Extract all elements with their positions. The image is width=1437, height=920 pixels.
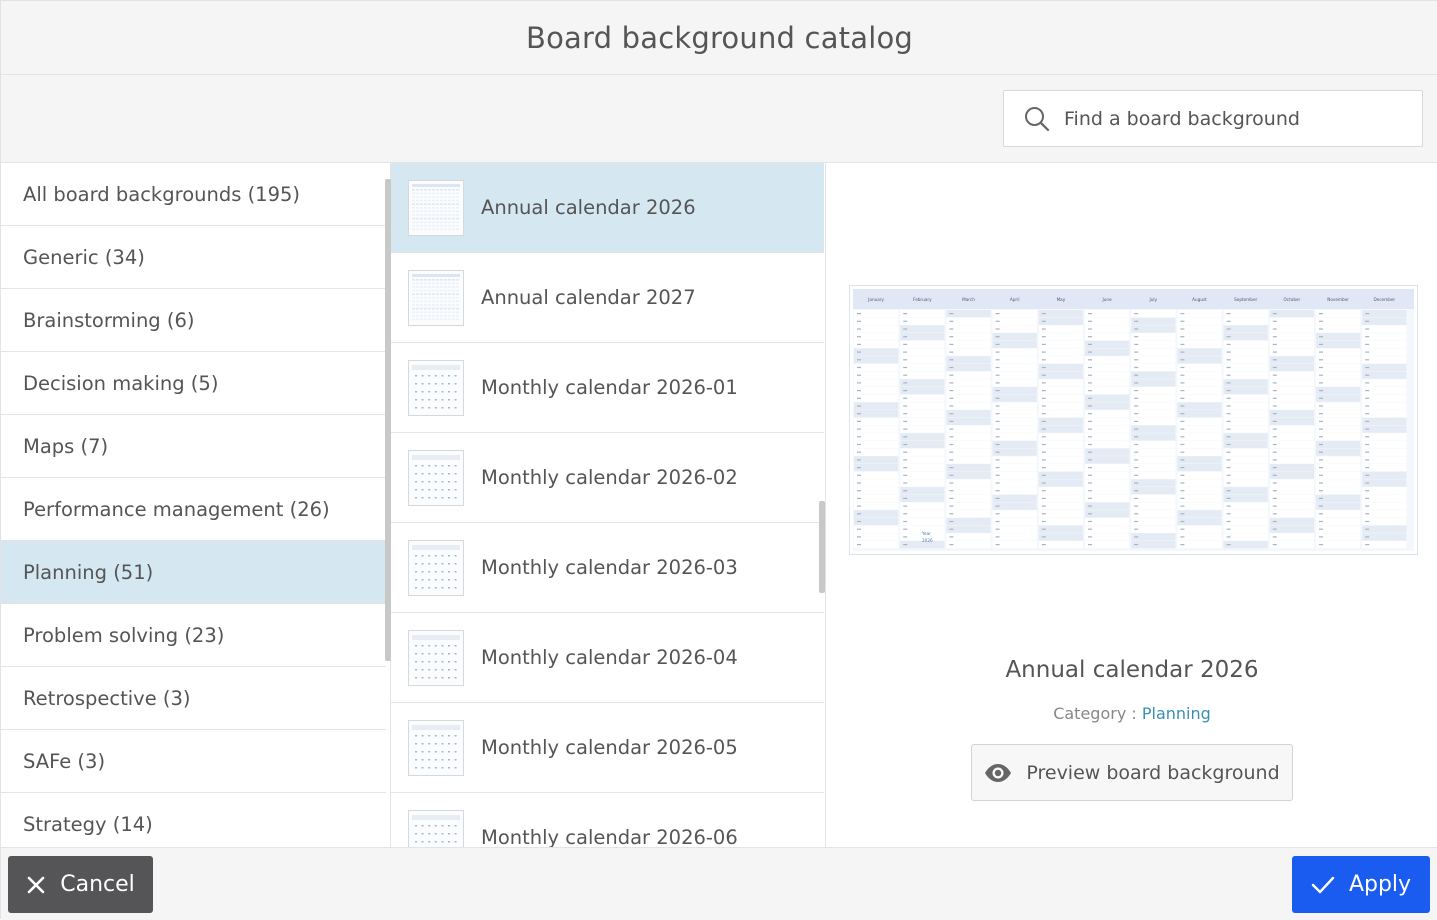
preview-month-label: September — [1234, 297, 1257, 302]
template-thumbnail — [408, 539, 464, 596]
template-label: Monthly calendar 2026-03 — [481, 556, 738, 579]
category-item[interactable]: Retrospective (3) — [1, 667, 386, 730]
cancel-button[interactable]: Cancel — [8, 856, 153, 913]
close-icon — [26, 875, 46, 895]
template-label: Monthly calendar 2026-02 — [481, 466, 738, 489]
template-item[interactable]: Monthly calendar 2026-02 — [391, 433, 824, 523]
template-thumbnail — [408, 629, 464, 686]
template-item[interactable]: Monthly calendar 2026-06 — [391, 793, 824, 847]
template-item[interactable]: Monthly calendar 2026-04 — [391, 613, 824, 703]
template-thumbnail — [408, 809, 464, 847]
category-item[interactable]: Planning (51) — [1, 541, 386, 604]
template-label: Monthly calendar 2026-05 — [481, 736, 738, 759]
preview-year-value: 2026 — [922, 538, 933, 543]
template-thumbnail — [408, 359, 464, 416]
template-list: Annual calendar 2026 Annual calendar 2027… — [391, 163, 826, 847]
template-thumbnail — [408, 449, 464, 506]
eye-icon — [984, 763, 1012, 783]
category-item[interactable]: SAFe (3) — [1, 730, 386, 793]
preview-month-label: December — [1373, 297, 1395, 302]
category-item[interactable]: All board backgrounds (195) — [1, 163, 386, 226]
apply-label: Apply — [1348, 872, 1412, 897]
template-thumbnail — [408, 179, 464, 236]
dialog-title: Board background catalog — [525, 20, 914, 55]
template-label: Monthly calendar 2026-06 — [481, 826, 738, 847]
template-label: Monthly calendar 2026-01 — [481, 376, 738, 399]
category-list: All board backgrounds (195) Generic (34) B… — [1, 163, 391, 847]
dialog-header: Board background catalog — [1, 1, 1437, 75]
check-icon — [1311, 875, 1335, 895]
category-item[interactable]: Brainstorming (6) — [1, 289, 386, 352]
category-item[interactable]: Problem solving (23) — [1, 604, 386, 667]
template-item[interactable]: Annual calendar 2026 — [391, 163, 824, 253]
preview-month-label: July — [1149, 297, 1158, 302]
category-item[interactable]: Generic (34) — [1, 226, 386, 289]
preview-category-link[interactable]: Planning — [1142, 704, 1211, 723]
template-label: Annual calendar 2027 — [481, 286, 696, 309]
template-label: Monthly calendar 2026-04 — [481, 646, 738, 669]
template-thumbnail — [408, 269, 464, 326]
preview-month-label: February — [913, 297, 932, 302]
template-item[interactable]: Monthly calendar 2026-05 — [391, 703, 824, 793]
preview-panel: January February March April May June July Augu… — [826, 163, 1437, 847]
preview-month-label: November — [1327, 297, 1349, 302]
preview-month-label: June — [1102, 297, 1113, 302]
preview-month-label: January — [867, 297, 884, 302]
template-thumbnail — [408, 719, 464, 776]
apply-button[interactable]: Apply — [1292, 856, 1430, 913]
preview-month-label: March — [962, 297, 975, 302]
template-scrollbar[interactable] — [819, 501, 825, 593]
background-catalog-dialog: Board background catalog All board backg… — [0, 0, 1437, 920]
template-item[interactable]: Monthly calendar 2026-01 — [391, 343, 824, 433]
search-icon — [1022, 104, 1052, 134]
category-item[interactable]: Strategy (14) — [1, 793, 386, 847]
preview-month-label: October — [1284, 297, 1301, 302]
dialog-footer: Cancel Apply — [1, 847, 1437, 920]
preview-year-label: Year — [921, 531, 931, 536]
preview-title: Annual calendar 2026 — [1005, 657, 1259, 683]
template-item[interactable]: Monthly calendar 2026-03 — [391, 523, 824, 613]
preview-month-label: May — [1057, 297, 1066, 302]
search-input[interactable] — [1064, 107, 1394, 130]
search-box[interactable] — [1003, 90, 1423, 147]
preview-board-background-button[interactable]: Preview board background — [971, 744, 1293, 801]
preview-category: Category : Planning — [826, 704, 1437, 723]
cancel-label: Cancel — [60, 872, 135, 897]
category-item[interactable]: Performance management (26) — [1, 478, 386, 541]
toolbar — [1, 75, 1437, 163]
preview-month-label: August — [1192, 297, 1207, 302]
category-item[interactable]: Maps (7) — [1, 415, 386, 478]
preview-image: January February March April May June July Augu… — [849, 285, 1418, 555]
template-label: Annual calendar 2026 — [481, 196, 696, 219]
preview-button-label: Preview board background — [1026, 761, 1280, 784]
category-item[interactable]: Decision making (5) — [1, 352, 386, 415]
preview-month-label: April — [1010, 297, 1020, 302]
template-item[interactable]: Annual calendar 2027 — [391, 253, 824, 343]
preview-category-label: Category : — [1053, 704, 1137, 723]
